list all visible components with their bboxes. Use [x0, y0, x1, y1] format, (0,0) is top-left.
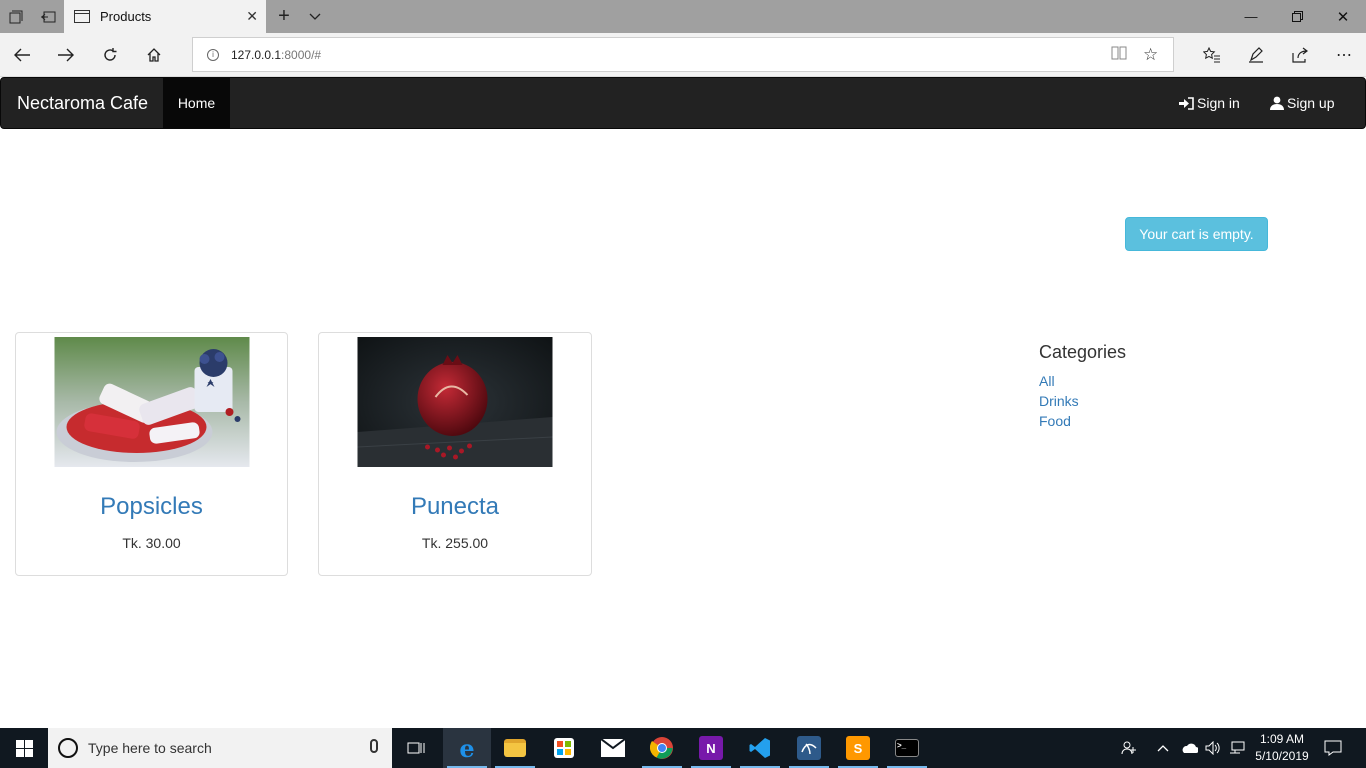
new-tab-icon[interactable]: + [268, 0, 300, 33]
reading-view-icon[interactable] [1111, 46, 1127, 64]
more-icon[interactable]: ⋯ [1322, 33, 1366, 77]
product-card: Popsicles Tk. 30.00 [15, 332, 288, 576]
sign-up-label: Sign up [1287, 95, 1335, 111]
people-icon[interactable] [1116, 728, 1142, 768]
clock-date: 5/10/2019 [1255, 749, 1309, 763]
microphone-icon[interactable] [370, 739, 378, 753]
product-card: Punecta Tk. 255.00 [318, 332, 592, 576]
edge-app-icon[interactable]: e [443, 728, 491, 768]
cortana-icon [58, 738, 78, 758]
set-tabs-aside-icon[interactable] [32, 0, 64, 33]
page-icon [74, 10, 90, 23]
product-name[interactable]: Popsicles [16, 493, 287, 521]
product-price: Tk. 30.00 [122, 535, 181, 551]
browser-tab[interactable]: Products ✕ [64, 0, 266, 33]
browser-tab-bar: Products ✕ + — ✕ [0, 0, 1366, 33]
onenote-icon[interactable]: N [687, 728, 735, 768]
product-price: Tk. 255.00 [421, 535, 489, 551]
taskbar-clock[interactable]: 1:09 AM 5/10/2019 [1250, 731, 1314, 765]
nav-home-link[interactable]: Home [163, 78, 230, 128]
chevron-down-icon[interactable] [299, 0, 331, 33]
forward-icon[interactable] [44, 33, 88, 77]
category-link-all[interactable]: All [1039, 373, 1055, 389]
url-input[interactable]: i 127.0.0.1:8000/# ☆ [192, 37, 1174, 72]
clock-time: 1:09 AM [1259, 732, 1305, 746]
tab-actions-icon[interactable] [0, 0, 32, 33]
category-link-drinks[interactable]: Drinks [1039, 393, 1079, 409]
cart-status[interactable]: Your cart is empty. [1125, 217, 1268, 251]
favorites-hub-icon[interactable] [1190, 33, 1234, 77]
product-image-popsicles[interactable] [54, 337, 249, 467]
close-tab-icon[interactable]: ✕ [246, 8, 258, 25]
windows-logo-icon [15, 739, 33, 757]
windows-taskbar: Type here to search e N S >_ 1:09 AM 5/1… [0, 728, 1366, 768]
start-button[interactable] [0, 728, 48, 768]
minimize-icon[interactable]: — [1228, 0, 1274, 33]
pen-icon[interactable] [1234, 33, 1278, 77]
show-hidden-icons-chevron-icon[interactable] [1152, 728, 1174, 768]
sign-up-link[interactable]: Sign up [1270, 95, 1334, 111]
refresh-icon[interactable] [88, 33, 132, 77]
site-navbar: Nectaroma Cafe Home Sign in Sign up [0, 77, 1366, 129]
terminal-icon[interactable]: >_ [883, 728, 931, 768]
mysql-workbench-icon[interactable] [785, 728, 833, 768]
address-bar-row: i 127.0.0.1:8000/# ☆ ⋯ [0, 33, 1366, 77]
notifications-icon[interactable] [1318, 728, 1348, 768]
task-view-icon[interactable] [392, 728, 440, 768]
vscode-icon[interactable] [736, 728, 784, 768]
back-icon[interactable] [0, 33, 44, 77]
product-name[interactable]: Punecta [319, 493, 591, 521]
url-host: 127.0.0.1 [231, 47, 282, 62]
site-info-icon[interactable]: i [207, 48, 219, 61]
mail-icon[interactable] [589, 728, 637, 768]
category-link-food[interactable]: Food [1039, 413, 1071, 429]
restore-icon[interactable] [1274, 0, 1320, 33]
chrome-icon[interactable] [638, 728, 686, 768]
log-in-icon [1179, 96, 1194, 110]
sign-in-label: Sign in [1197, 95, 1240, 111]
store-icon[interactable] [540, 728, 588, 768]
tab-title: Products [100, 9, 152, 24]
close-window-icon[interactable]: ✕ [1320, 0, 1366, 33]
home-icon[interactable] [132, 33, 176, 77]
onedrive-icon[interactable] [1178, 728, 1200, 768]
url-path: :8000/# [281, 47, 322, 62]
sign-in-link[interactable]: Sign in [1179, 95, 1240, 111]
product-image-punecta[interactable] [357, 337, 553, 467]
share-icon[interactable] [1278, 33, 1322, 77]
sublime-text-icon[interactable]: S [834, 728, 882, 768]
taskbar-search-box[interactable]: Type here to search [48, 728, 392, 768]
file-explorer-icon[interactable] [491, 728, 539, 768]
network-icon[interactable] [1226, 728, 1248, 768]
search-placeholder: Type here to search [88, 740, 212, 756]
user-icon [1270, 96, 1284, 110]
brand-link[interactable]: Nectaroma Cafe [17, 93, 148, 114]
categories-heading: Categories [1039, 342, 1127, 362]
favorite-star-icon[interactable]: ☆ [1143, 45, 1158, 65]
volume-icon[interactable] [1202, 728, 1224, 768]
